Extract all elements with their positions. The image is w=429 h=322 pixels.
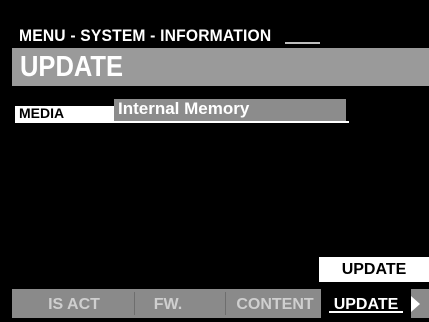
tab-fw[interactable]: FW. — [135, 289, 201, 318]
tab-update[interactable]: UPDATE — [321, 289, 411, 318]
breadcrumb: MENU - SYSTEM - INFORMATION — [19, 26, 272, 45]
triangle-right-icon[interactable] — [411, 296, 420, 312]
media-value-field[interactable]: Internal Memory — [114, 99, 346, 121]
page-title: UPDATE — [20, 51, 124, 83]
title-bar: UPDATE — [12, 48, 429, 86]
tab-active-underline — [329, 311, 403, 313]
param-underline — [15, 121, 349, 123]
tab-bar: IS ACT FW. CONTENT UPDATE — [12, 289, 429, 318]
tab-content[interactable]: CONTENT — [226, 289, 324, 318]
breadcrumb-divider — [285, 42, 320, 44]
display-screen: MENU - SYSTEM - INFORMATION UPDATE MEDIA… — [7, 4, 429, 322]
tab-is-act[interactable]: IS ACT — [34, 289, 114, 318]
media-label: MEDIA — [15, 106, 114, 121]
update-button[interactable]: UPDATE — [319, 257, 429, 282]
